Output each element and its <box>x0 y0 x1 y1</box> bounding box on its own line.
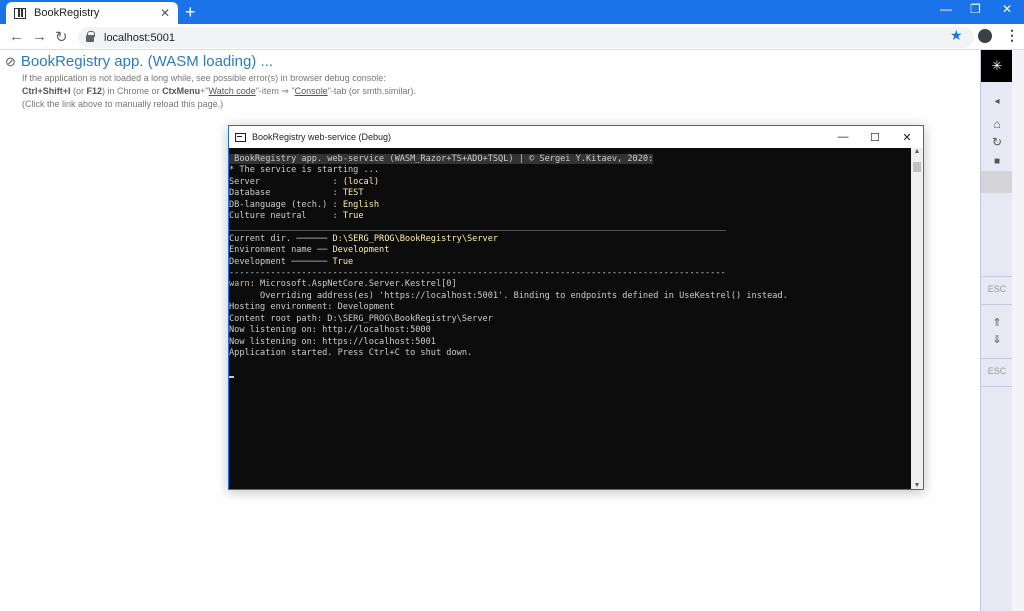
browser-tab-strip: BookRegistry ✕ + — ❐ ✕ <box>0 0 1024 24</box>
maximize-button[interactable]: ❐ <box>970 2 981 16</box>
address-bar[interactable]: localhost:5001 <box>78 27 974 48</box>
chevron-left-icon[interactable]: ◂ <box>981 96 1013 107</box>
env-value: Development <box>332 245 390 256</box>
env-label: Current dir. ────── <box>229 233 333 244</box>
log-line: : Microsoft.AspNetCore.Server.Kestrel[0] <box>249 279 457 290</box>
log-line: Content root path: D:\SERG_PROG\BookRegi… <box>229 313 493 324</box>
reload-page-link[interactable]: BookRegistry app. (WASM loading) ... <box>21 53 273 70</box>
esc-button-2[interactable]: ESC <box>981 366 1013 376</box>
book-icon <box>14 7 26 19</box>
info-text: "-tab (or smth.similar). <box>327 86 416 96</box>
scroll-thumb[interactable] <box>913 162 921 172</box>
config-label: Server : <box>229 176 343 187</box>
profile-avatar-icon[interactable] <box>978 29 992 43</box>
watch-code-text: Watch code <box>208 86 256 96</box>
console-close-button[interactable]: ✕ <box>891 131 923 144</box>
browser-menu-icon[interactable]: ⋮ <box>1005 27 1019 44</box>
env-value: D:\SERG_PROG\BookRegistry\Server <box>332 233 499 244</box>
console-minimize-button[interactable]: — <box>827 131 859 143</box>
forward-arrow-icon[interactable]: → <box>32 28 47 45</box>
info-text: ) in Chrome or <box>102 86 163 96</box>
log-line: Application started. Press Ctrl+C to shu… <box>229 347 473 358</box>
divider <box>981 386 1013 387</box>
info-text: (or <box>70 86 87 96</box>
console-scrollbar[interactable]: ▲ ▼ <box>911 148 923 489</box>
close-window-button[interactable]: ✕ <box>1002 2 1012 16</box>
env-label: Environment name ── <box>229 245 333 256</box>
home-icon[interactable]: ⌂ <box>981 117 1013 131</box>
config-value: TEST <box>342 188 364 199</box>
kbd-f12: F12 <box>86 86 103 96</box>
config-value: (local) <box>342 176 380 187</box>
env-label: Development ─────── <box>229 256 333 267</box>
arrow-down-icon[interactable]: ⇓ <box>981 333 1013 346</box>
env-value: True <box>332 256 354 267</box>
tab-title: BookRegistry <box>34 7 100 19</box>
page-scrollbar[interactable] <box>1012 50 1024 611</box>
esc-button-1[interactable]: ESC <box>981 284 1013 294</box>
console-text: Console <box>294 86 328 96</box>
info-line-1: If the application is not loaded a long … <box>22 73 386 83</box>
console-titlebar[interactable]: BookRegistry web-service (Debug) — ☐ ✕ <box>229 126 923 148</box>
tab-close-icon[interactable]: ✕ <box>160 6 170 20</box>
stop-icon[interactable]: ■ <box>981 156 1013 167</box>
new-tab-button[interactable]: + <box>185 2 196 22</box>
back-arrow-icon[interactable]: ← <box>9 28 24 45</box>
config-label: Database : <box>229 188 343 199</box>
lock-icon <box>86 31 95 42</box>
text-cursor <box>229 375 234 378</box>
browser-tab[interactable]: BookRegistry ✕ <box>6 2 178 24</box>
separator-line: ________________________________________… <box>229 222 726 233</box>
page-header: ⊘ BookRegistry app. (WASM loading) ... <box>5 53 273 70</box>
selected-slot <box>981 171 1013 193</box>
loading-info: If the application is not loaded a long … <box>22 72 416 111</box>
scroll-down-icon[interactable]: ▼ <box>911 482 923 489</box>
warn-tag: warn <box>229 279 250 290</box>
config-value: True <box>342 211 364 222</box>
reload-icon[interactable]: ↻ <box>55 28 68 46</box>
config-label: DB-language (tech.) : <box>229 199 343 210</box>
info-line-3: (Click the link above to manually reload… <box>22 99 224 109</box>
separator-line: ----------------------------------------… <box>229 268 726 279</box>
console-header: BookRegistry app. web-service (WASM_Razo… <box>229 154 654 164</box>
url-text: localhost:5001 <box>104 31 175 44</box>
info-line-2: Ctrl+Shift+I (or F12) in Chrome or CtxMe… <box>22 85 416 98</box>
log-line: Now listening on: https://localhost:5001 <box>229 336 436 347</box>
info-text: +" <box>200 86 209 96</box>
console-title: BookRegistry web-service (Debug) <box>252 132 392 142</box>
log-line: Overriding address(es) 'https://localhos… <box>229 290 788 301</box>
sparkle-icon[interactable]: ✳ <box>981 50 1013 82</box>
console-text: BookRegistry app. web-service (WASM_Razo… <box>229 154 911 382</box>
config-label: Culture neutral : <box>229 211 343 222</box>
bookmark-star-icon[interactable]: ★ <box>950 27 963 44</box>
log-line: Hosting environment: Development <box>229 302 395 313</box>
kbd-ctxmenu: CtxMenu <box>162 86 201 96</box>
kbd-ctrl-shift-i: Ctrl+Shift+I <box>22 86 71 96</box>
divider <box>981 358 1013 359</box>
right-sidebar: ✳ ◂ ⌂ ↻ ■ ESC ⇑ ⇓ ESC <box>980 50 1013 611</box>
refresh-icon[interactable]: ↻ <box>981 135 1013 149</box>
starting-line: * The service is starting ... <box>229 165 380 176</box>
no-entry-icon: ⊘ <box>5 53 16 69</box>
divider <box>981 276 1013 277</box>
scroll-up-icon[interactable]: ▲ <box>911 148 923 155</box>
config-value: English <box>342 199 380 210</box>
browser-toolbar: ← → ↻ localhost:5001 ★ ⋮ <box>0 24 1024 50</box>
console-maximize-button[interactable]: ☐ <box>859 131 891 144</box>
info-text: "-item ⇒ " <box>255 86 295 96</box>
console-output: BookRegistry app. web-service (WASM_Razo… <box>229 148 911 489</box>
arrow-up-icon[interactable]: ⇑ <box>981 316 1013 329</box>
minimize-button[interactable]: — <box>940 2 952 16</box>
console-window: BookRegistry web-service (Debug) — ☐ ✕ B… <box>228 125 924 490</box>
divider <box>981 304 1013 305</box>
log-line: Now listening on: http://localhost:5000 <box>229 325 431 336</box>
console-icon <box>235 132 246 142</box>
